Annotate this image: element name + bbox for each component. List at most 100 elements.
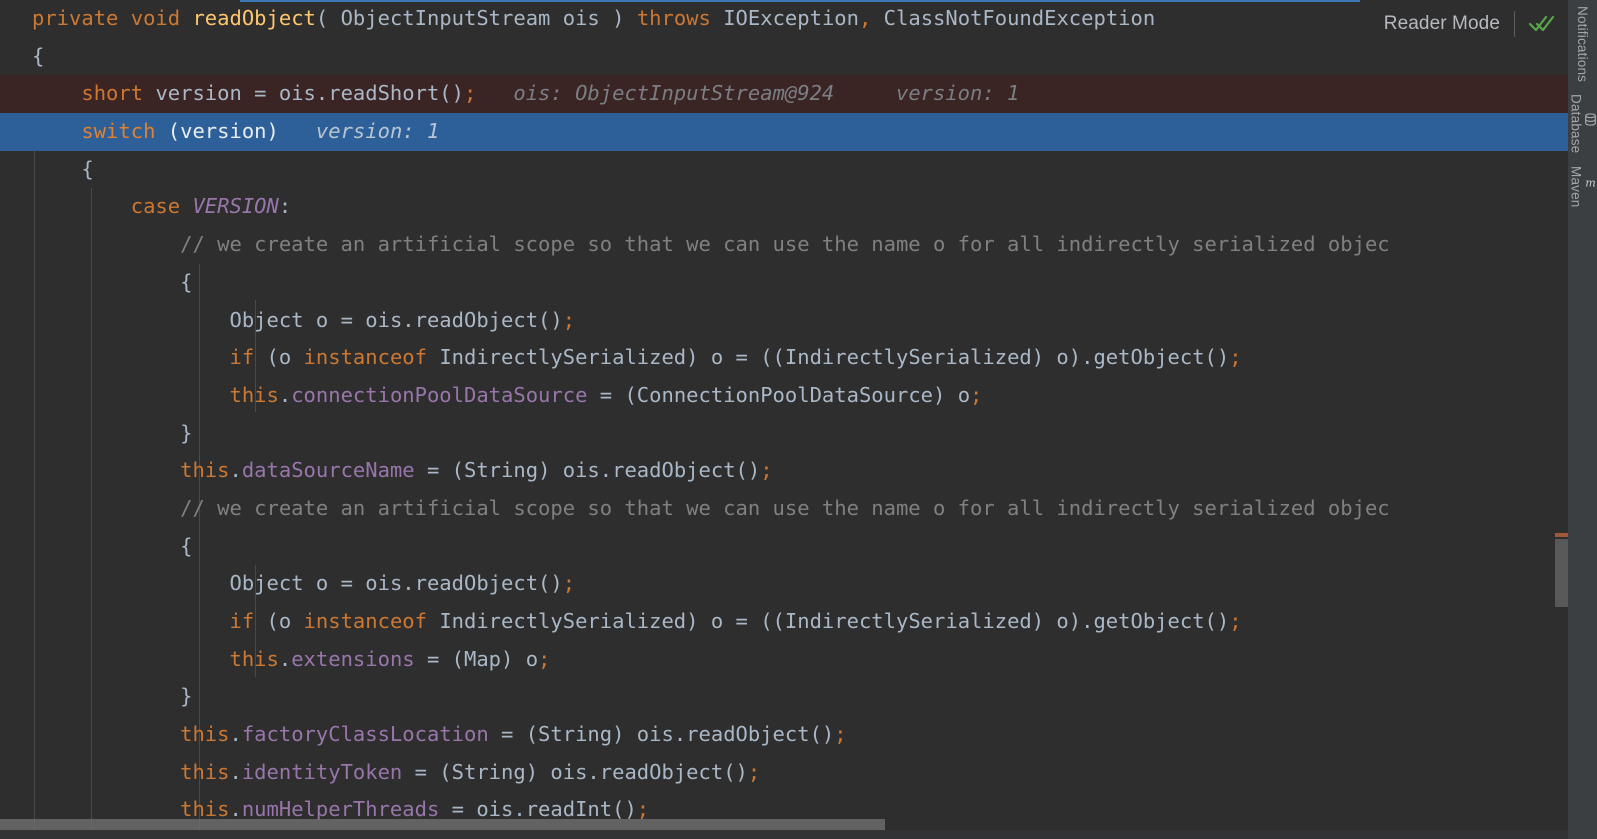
code-token: { bbox=[32, 156, 94, 181]
horizontal-scrollbar-track[interactable] bbox=[0, 830, 1568, 839]
code-line[interactable]: this.identityToken = (String) ois.readOb… bbox=[0, 754, 1568, 792]
code-line[interactable]: { bbox=[0, 528, 1568, 566]
reader-mode-widget[interactable]: Reader Mode bbox=[1365, 0, 1563, 48]
code-token: dataSourceName bbox=[241, 458, 415, 483]
code-token: ) o).getObject() bbox=[1031, 345, 1230, 370]
code-token: { bbox=[32, 43, 45, 68]
code-line[interactable]: if (o instanceof IndirectlySerialized) o… bbox=[0, 603, 1568, 641]
tab-underline bbox=[240, 0, 1360, 2]
reader-mode-label: Reader Mode bbox=[1383, 13, 1500, 34]
horizontal-scrollbar[interactable] bbox=[0, 819, 1568, 830]
code-line[interactable]: // we create an artificial scope so that… bbox=[0, 490, 1568, 528]
code-token: ; bbox=[970, 382, 983, 407]
code-line[interactable]: { bbox=[0, 264, 1568, 302]
right-tool-sidebar[interactable]: Notifications Database m Maven bbox=[1568, 0, 1597, 839]
code-token: . bbox=[278, 646, 292, 671]
code-token: this bbox=[229, 646, 279, 671]
code-token: Object bbox=[229, 571, 304, 596]
code-line[interactable]: this.dataSourceName = (String) ois.readO… bbox=[0, 452, 1568, 490]
code-token: if bbox=[229, 345, 267, 370]
code-token: = ( bbox=[402, 759, 452, 784]
code-token: String bbox=[451, 759, 526, 784]
code-token: connectionPoolDataSource bbox=[291, 382, 588, 407]
code-token: : bbox=[278, 194, 292, 219]
code-token: (version) bbox=[167, 119, 279, 144]
code-token: = ( bbox=[488, 722, 539, 747]
code-token: version = ois.readShort() bbox=[155, 81, 464, 106]
code-token: . bbox=[229, 759, 242, 784]
code-token: ) o = (( bbox=[686, 609, 785, 633]
tool-tab-maven[interactable]: m Maven bbox=[1569, 160, 1597, 214]
code-line[interactable]: this.factoryClassLocation = (String) ois… bbox=[0, 716, 1568, 754]
code-editor[interactable]: private void readObject( ObjectInputStre… bbox=[0, 0, 1568, 830]
code-token: (o bbox=[266, 609, 304, 633]
code-token: ; bbox=[1229, 345, 1242, 370]
code-token: ) o = (( bbox=[686, 345, 785, 370]
code-token: ) ois.readObject() bbox=[538, 458, 761, 483]
ide-window: private void readObject( ObjectInputStre… bbox=[0, 0, 1597, 839]
code-line[interactable]: } bbox=[0, 415, 1568, 453]
code-token: IndirectlySerialized bbox=[439, 609, 687, 633]
code-line[interactable]: { bbox=[0, 151, 1568, 189]
database-icon bbox=[1584, 113, 1597, 129]
double-check-icon[interactable] bbox=[1529, 14, 1555, 34]
code-line[interactable]: case VERSION: bbox=[0, 188, 1568, 226]
vertical-scrollbar-thumb[interactable] bbox=[1555, 539, 1568, 607]
code-token: . bbox=[278, 382, 292, 407]
tool-tab-database[interactable]: Database bbox=[1569, 88, 1597, 159]
code-line[interactable]: this.extensions = (Map) o; bbox=[0, 641, 1568, 679]
code-line[interactable]: switch (version) version: 1 bbox=[0, 113, 1568, 151]
code-token: ) bbox=[612, 6, 637, 30]
code-token: ConnectionPoolDataSource bbox=[636, 382, 934, 407]
code-token: IOException bbox=[723, 6, 859, 30]
code-line[interactable]: if (o instanceof IndirectlySerialized) o… bbox=[0, 339, 1568, 377]
vertical-scrollbar[interactable] bbox=[1555, 0, 1568, 830]
code-token: // we create an artificial scope so that… bbox=[32, 232, 1390, 257]
code-line[interactable]: } bbox=[0, 678, 1568, 716]
code-token: ) o bbox=[933, 382, 971, 407]
code-token: = ( bbox=[414, 646, 464, 671]
code-token: ) o).getObject() bbox=[1031, 609, 1230, 633]
code-line[interactable]: Object o = ois.readObject(); bbox=[0, 565, 1568, 603]
code-token: throws bbox=[636, 6, 724, 30]
code-token: void bbox=[130, 6, 193, 30]
code-token: ; bbox=[464, 81, 477, 106]
code-token: private bbox=[32, 6, 131, 30]
code-token: short bbox=[81, 81, 156, 106]
code-token: ObjectInputStream bbox=[340, 6, 551, 30]
code-token: this bbox=[180, 722, 230, 747]
code-token: ; bbox=[760, 458, 773, 483]
maven-icon: m bbox=[1584, 176, 1597, 192]
code-token: IndirectlySerialized bbox=[784, 609, 1032, 633]
code-line[interactable]: Object o = ois.readObject(); bbox=[0, 302, 1568, 340]
code-token: switch bbox=[81, 119, 168, 144]
code-token: = ( bbox=[414, 458, 464, 483]
code-line[interactable]: // we create an artificial scope so that… bbox=[0, 226, 1568, 264]
code-token: readObject bbox=[192, 6, 316, 30]
code-token: VERSION bbox=[192, 194, 279, 219]
code-token: o = ois.readObject() bbox=[303, 571, 563, 596]
code-token: IndirectlySerialized bbox=[784, 345, 1032, 370]
code-token: String bbox=[538, 722, 613, 747]
code-token: (o bbox=[266, 345, 304, 370]
code-token: ) o bbox=[501, 646, 539, 671]
code-token: ; bbox=[1229, 609, 1242, 633]
code-token: = ( bbox=[587, 382, 637, 407]
code-token: . bbox=[229, 458, 242, 483]
code-line[interactable]: this.connectionPoolDataSource = (Connect… bbox=[0, 377, 1568, 415]
code-line[interactable]: { bbox=[0, 38, 1568, 76]
tool-tab-notifications[interactable]: Notifications bbox=[1575, 0, 1590, 88]
scrollbar-error-marker[interactable] bbox=[1555, 533, 1568, 537]
code-line[interactable]: private void readObject( ObjectInputStre… bbox=[0, 0, 1568, 38]
code-token: String bbox=[464, 458, 539, 483]
code-line[interactable]: short version = ois.readShort(); ois: Ob… bbox=[0, 75, 1568, 114]
code-token: factoryClassLocation bbox=[241, 722, 489, 747]
code-content[interactable]: private void readObject( ObjectInputStre… bbox=[0, 0, 1568, 830]
horizontal-scrollbar-thumb[interactable] bbox=[0, 819, 885, 830]
